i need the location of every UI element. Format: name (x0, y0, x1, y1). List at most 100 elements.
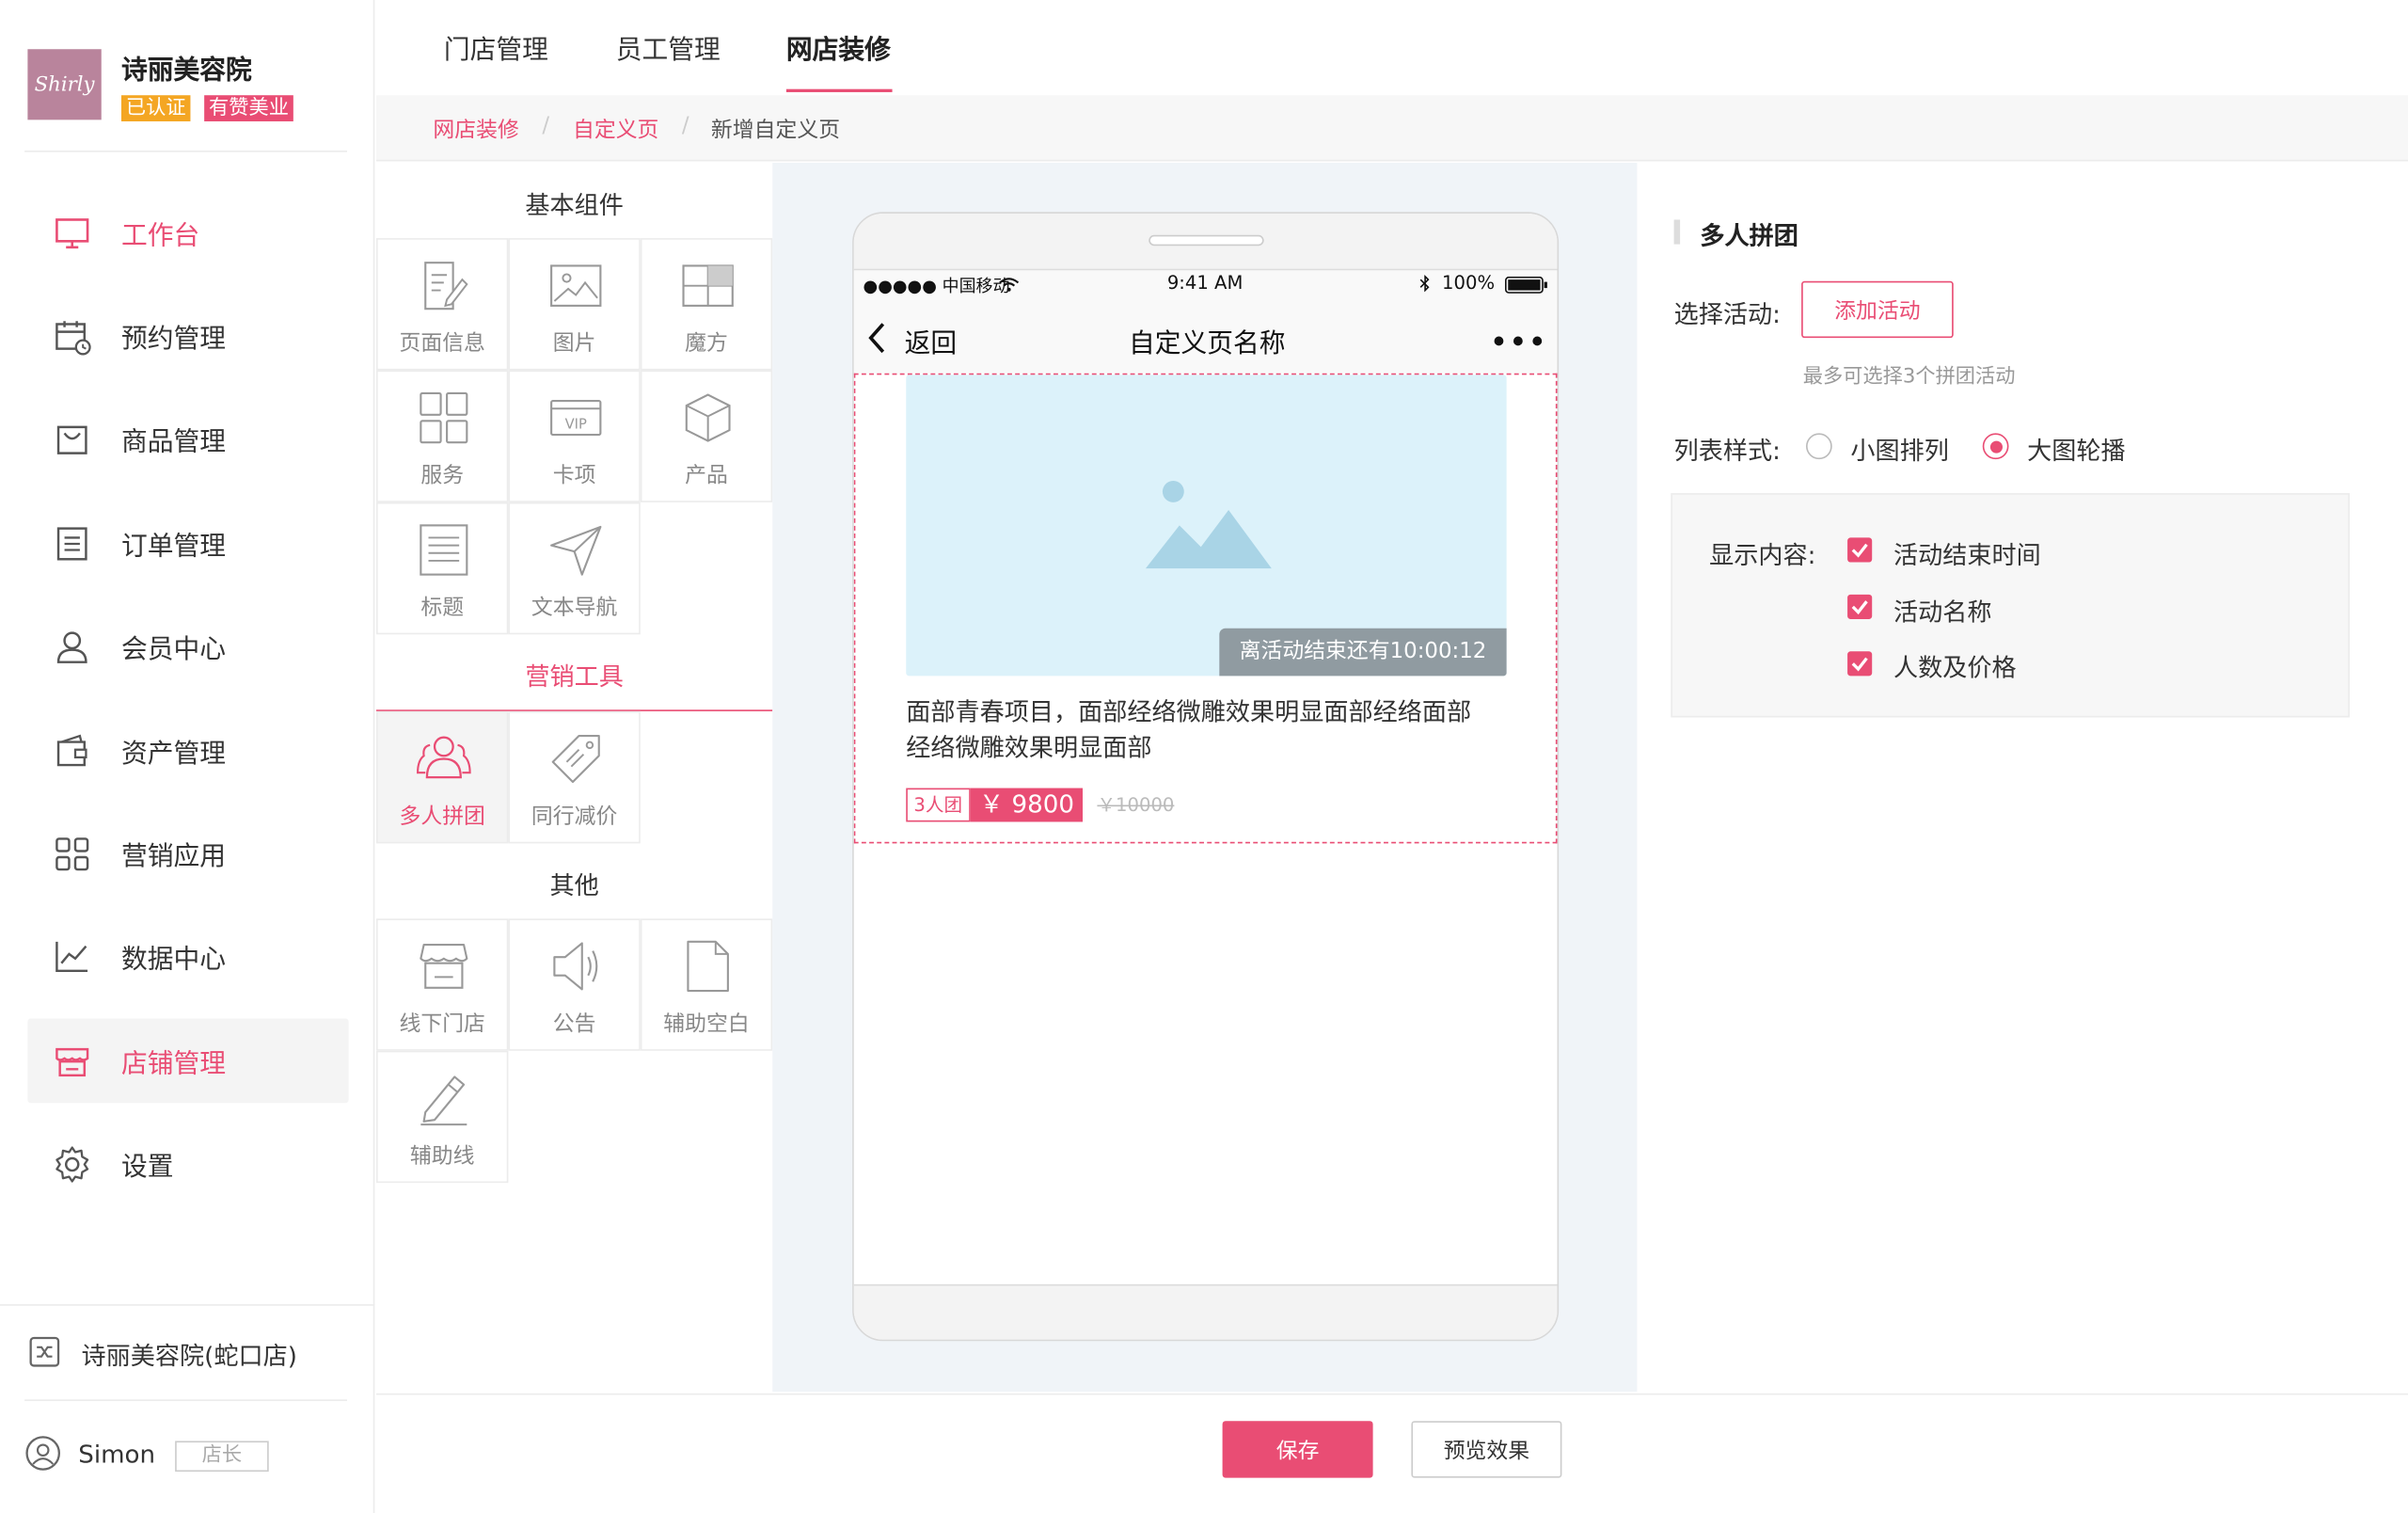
vip-card-icon: VIP (550, 400, 602, 437)
wallet-icon (56, 733, 87, 766)
sidebar-item-assets[interactable]: 资产管理 (27, 709, 348, 793)
sidebar-item-store[interactable]: 店铺管理 (27, 1018, 349, 1104)
sidebar-item-label: 订单管理 (120, 531, 226, 563)
grid-apps-icon (55, 836, 89, 870)
component-title[interactable]: 标题 (375, 502, 509, 635)
sidebar-item-label: 会员中心 (120, 634, 226, 665)
group-users-icon (417, 736, 471, 779)
tab-staff-management[interactable]: 员工管理 (616, 27, 721, 67)
checkbox-label: 活动结束时间 (1893, 540, 2041, 570)
page-edit-icon (424, 262, 468, 311)
component-cube[interactable]: 魔方 (640, 238, 773, 371)
check-icon (1851, 657, 1868, 672)
group-price: ￥ 9800 (970, 788, 1084, 822)
divider (24, 1399, 347, 1401)
sidebar-item-orders[interactable]: 订单管理 (27, 501, 348, 585)
section-marker (1673, 219, 1681, 245)
sidebar-item-settings[interactable]: 设置 (27, 1122, 348, 1206)
carrier-text: ●●●●● 中国移动 (863, 276, 1010, 297)
switch-icon (29, 1336, 60, 1367)
other-components-title: 其他 (549, 870, 599, 900)
component-label: 文本导航 (531, 596, 618, 621)
component-group-buy[interactable]: 多人拼团 (375, 710, 509, 844)
component-label: 线下门店 (399, 1011, 485, 1038)
phone-preview: ●●●●● 中国移动 9:41 AM 100% 返回 自定义页名称 离活动结束还… (852, 212, 1560, 1342)
speaker-icon (553, 942, 598, 991)
sidebar-item-label: 预约管理 (120, 324, 226, 356)
calendar-clock-icon (55, 320, 91, 355)
component-guide-line[interactable]: 辅助线 (375, 1050, 509, 1184)
order-list-icon (56, 526, 87, 560)
divider (0, 1304, 375, 1306)
component-blank[interactable]: 辅助空白 (640, 918, 773, 1051)
checkbox-people-price[interactable] (1847, 651, 1873, 677)
component-panel: 基本组件 页面信息 图片 魔方 服务 VIP 卡项 产品 标题 文本导航 营销工… (375, 163, 773, 1393)
checkbox-end-time[interactable] (1847, 537, 1873, 563)
back-button[interactable]: 返回 (863, 321, 971, 359)
breadcrumb-separator: / (542, 113, 550, 138)
brand-logo: Shirly (27, 49, 102, 120)
breadcrumb-link[interactable]: 网店装修 (433, 114, 518, 145)
check-icon (1851, 600, 1868, 615)
tab-shop-decoration[interactable]: 网店装修 (786, 27, 891, 67)
component-label: 同行减价 (531, 804, 618, 830)
component-service[interactable]: 服务 (375, 370, 509, 502)
display-content-box: 显示内容: 活动结束时间 活动名称 人数及价格 (1671, 493, 2350, 718)
component-offline-store[interactable]: 线下门店 (375, 918, 509, 1051)
breadcrumb-link[interactable]: 自定义页 (573, 114, 658, 145)
component-page-info[interactable]: 页面信息 (375, 238, 509, 371)
battery-percent: 100% (1442, 271, 1496, 294)
component-label: 图片 (552, 331, 596, 357)
component-card[interactable]: VIP 卡项 (508, 370, 641, 502)
product-box-icon (685, 393, 731, 442)
component-image[interactable]: 图片 (508, 238, 641, 371)
brand-name: 诗丽美容院 (120, 55, 252, 87)
sidebar-item-marketing[interactable]: 营销应用 (27, 811, 348, 896)
component-label: 产品 (685, 464, 728, 489)
sidebar-item-label: 店铺管理 (120, 1049, 226, 1080)
breadcrumb: 网店装修 / 自定义页 / 新增自定义页 (375, 95, 2408, 162)
send-icon (550, 525, 602, 576)
more-dots-icon[interactable] (1493, 335, 1544, 347)
phone-speaker (1149, 234, 1264, 247)
checkbox-activity-name[interactable] (1847, 594, 1873, 619)
sidebar-item-members[interactable]: 会员中心 (27, 604, 348, 689)
sidebar-item-workbench[interactable]: 工作台 (27, 190, 348, 275)
image-placeholder-icon (1145, 481, 1272, 569)
component-label: 卡项 (552, 464, 596, 489)
list-style-label: 列表样式: (1673, 436, 1781, 466)
phone-page-title: 自定义页名称 (1128, 328, 1286, 360)
basic-components-title: 基本组件 (525, 190, 624, 220)
display-content-label: 显示内容: (1709, 540, 1816, 570)
sidebar-item-data[interactable]: 数据中心 (27, 914, 348, 998)
add-activity-button[interactable]: 添加活动 (1801, 280, 1954, 339)
radio-dot (1989, 439, 2003, 453)
save-button[interactable]: 保存 (1222, 1421, 1373, 1478)
radio-label: 大图轮播 (2027, 436, 2126, 466)
title-lines-icon (420, 524, 468, 576)
radio-small-grid[interactable] (1805, 433, 1832, 460)
pencil-icon (420, 1075, 467, 1126)
battery-icon (1504, 276, 1547, 294)
grid-four-icon (420, 391, 468, 444)
component-price-cut[interactable]: 同行减价 (508, 710, 641, 844)
component-notice[interactable]: 公告 (508, 918, 641, 1051)
partner-badge: 有赞美业 (204, 95, 293, 121)
preview-button[interactable]: 预览效果 (1411, 1421, 1562, 1478)
activity-hint: 最多可选择3个拼团活动 (1802, 365, 2016, 390)
radio-large-carousel[interactable] (1982, 433, 2009, 460)
radio-label: 小图排列 (1850, 436, 1949, 466)
sidebar-item-products[interactable]: 商品管理 (27, 396, 348, 481)
store-icon (55, 1047, 89, 1076)
component-product[interactable]: 产品 (640, 370, 773, 502)
component-label: 服务 (420, 464, 465, 489)
store-switcher[interactable]: 诗丽美容院(蛇口店) (27, 1330, 350, 1374)
component-label: 魔方 (685, 331, 728, 357)
tab-store-management[interactable]: 门店管理 (444, 27, 548, 67)
gear-icon (55, 1145, 89, 1182)
component-text-nav[interactable]: 文本导航 (508, 502, 641, 635)
sidebar-item-appointments[interactable]: 预约管理 (27, 294, 348, 378)
shop-icon (420, 944, 468, 989)
sidebar-item-label: 工作台 (120, 221, 200, 252)
group-buy-widget[interactable]: 离活动结束还有10:00:12 面部青春项目，面部经络微雕效果明显面部经络面部经… (853, 373, 1558, 844)
